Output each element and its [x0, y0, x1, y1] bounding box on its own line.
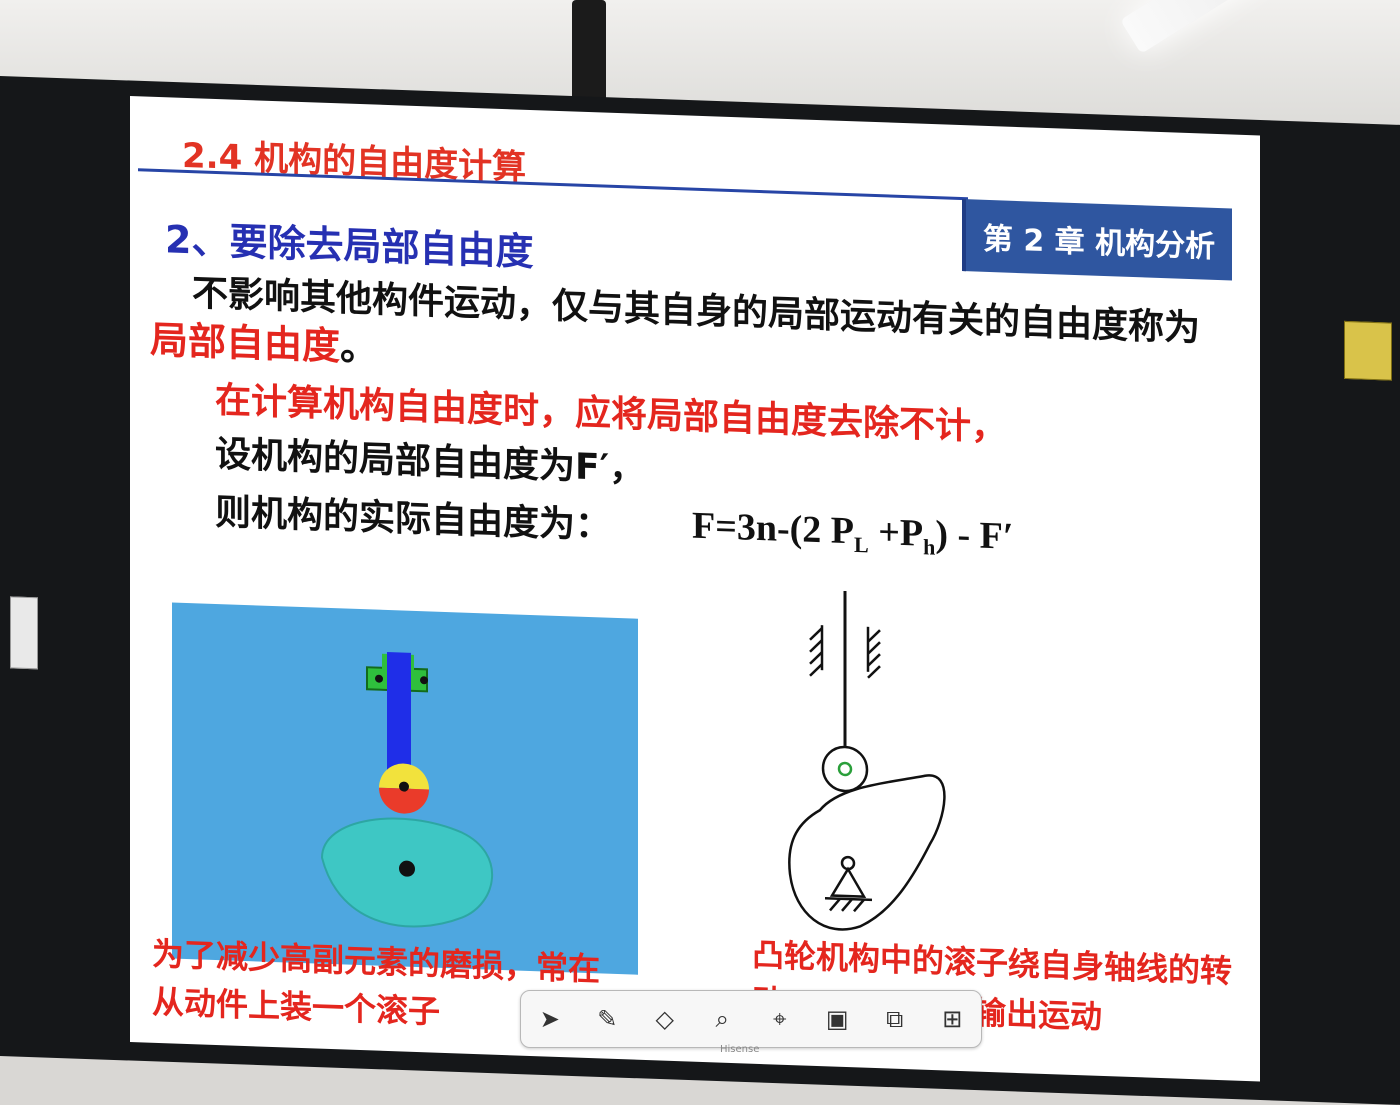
- pointer-icon[interactable]: ➤: [532, 1001, 568, 1037]
- pin-icon[interactable]: ⌖: [762, 1001, 798, 1037]
- title-underline: [138, 168, 968, 201]
- barcode-sticker: [10, 596, 38, 670]
- warning-label: [1344, 320, 1392, 381]
- guide-hatch-right: [866, 626, 881, 679]
- formula: F=3n-(2 PL +Ph) - F′: [692, 504, 1014, 560]
- presentation-slide: 2.4 机构的自由度计算 第 2 章 机构分析 2、要除去局部自由度 不影响其他…: [130, 96, 1260, 1082]
- annotation-toolbar: ➤ ✎ ◇ ⌕ ⌖ ▣ ⧉ ⊞: [520, 990, 982, 1048]
- roller-bottom: [379, 787, 429, 814]
- camera-icon[interactable]: ⧉: [877, 1001, 913, 1037]
- chapter-badge: 第 2 章 机构分析: [962, 199, 1232, 281]
- pen-icon[interactable]: ✎: [589, 1001, 625, 1037]
- left-caption-line-2: 从动件上装一个滚子: [152, 982, 441, 1031]
- cam-schematic: [780, 589, 1000, 957]
- 3d-cam-render: [172, 602, 638, 975]
- eraser-icon[interactable]: ◇: [647, 1001, 683, 1037]
- roller-circle: [821, 745, 869, 793]
- guide-hatch-left: [809, 625, 824, 677]
- rule-line-3: 则机构的实际自由度为：: [215, 491, 612, 547]
- grid-icon[interactable]: ⊞: [934, 1001, 970, 1037]
- roller-center: [837, 761, 853, 777]
- ground-hatch: [825, 897, 872, 913]
- definition-line-2: 局部自由度。: [150, 309, 378, 372]
- cam-outline: [788, 774, 946, 931]
- definition-end: 。: [340, 324, 379, 370]
- definition-term: 局部自由度: [150, 317, 341, 369]
- board-icon[interactable]: ▣: [819, 1001, 855, 1037]
- pivot-support: [829, 866, 867, 898]
- search-icon[interactable]: ⌕: [704, 1001, 740, 1037]
